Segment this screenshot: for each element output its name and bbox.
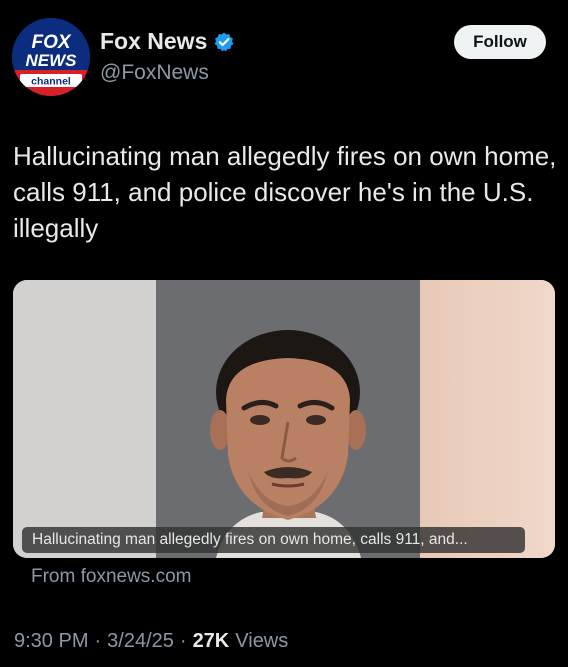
meta-separator: · (94, 630, 102, 652)
link-card[interactable]: Hallucinating man allegedly fires on own… (13, 280, 555, 558)
meta-separator-2: · (179, 630, 187, 652)
card-image-right-panel (420, 280, 555, 558)
svg-text:FOX: FOX (31, 32, 71, 53)
tweet-text: Hallucinating man allegedly fires on own… (13, 141, 557, 243)
svg-text:channel: channel (31, 76, 71, 88)
tweet-time[interactable]: 9:30 PM (14, 630, 88, 653)
avatar[interactable]: FOX NEWS channel (12, 18, 90, 96)
tweet-meta: 9:30 PM · 3/24/25 · 27K Views (14, 630, 288, 653)
views-count[interactable]: 27K (193, 630, 230, 653)
mugshot-image (210, 330, 366, 558)
link-card-title[interactable]: Hallucinating man allegedly fires on own… (22, 527, 525, 553)
author-display-name[interactable]: Fox News (100, 28, 207, 55)
tweet-header: FOX NEWS channel Fox News @FoxNews Follo… (12, 18, 546, 98)
author-handle[interactable]: @FoxNews (100, 61, 235, 85)
verified-badge-icon[interactable] (213, 31, 235, 53)
fox-news-logo-icon: FOX NEWS channel (12, 18, 90, 96)
card-image-left-panel (13, 280, 156, 558)
views-label[interactable]: Views (235, 630, 288, 653)
name-row: Fox News (100, 28, 235, 55)
svg-text:NEWS: NEWS (26, 51, 78, 70)
tweet-date[interactable]: 3/24/25 (107, 630, 174, 653)
author-block: Fox News @FoxNews (100, 28, 235, 85)
link-source[interactable]: From foxnews.com (31, 566, 191, 588)
follow-button[interactable]: Follow (454, 25, 546, 59)
